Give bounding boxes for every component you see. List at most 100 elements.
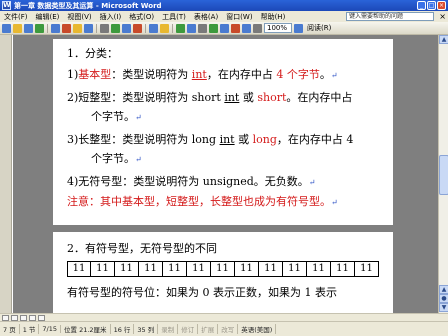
outline-view-icon[interactable] [29,314,36,321]
bit-cell: 11 [91,261,115,277]
item-3-prefix: 3)长整型：类型说明符为 long [67,133,220,146]
tables-borders-icon[interactable] [187,23,196,33]
copy-icon[interactable] [111,23,120,33]
help-icon[interactable] [294,23,303,33]
section-heading-1: 1．分类： [67,47,118,60]
bit-cell: 11 [259,261,283,277]
status-track-changes[interactable]: 修订 [178,324,199,334]
bit-cell: 11 [235,261,259,277]
item-1-keyword: int [191,68,207,81]
new-document-icon[interactable] [2,23,11,33]
vertical-scrollbar[interactable]: ▲ ▲ ● ▼ [438,35,448,313]
status-page: 7 页 [0,324,20,334]
next-page-icon[interactable]: ▼ [439,303,448,312]
previous-page-icon[interactable]: ▲ [439,285,448,294]
status-extend[interactable]: 扩展 [198,324,219,334]
item-3-or: 或 [234,133,253,146]
menu-format[interactable]: 格式(O) [125,12,158,22]
menu-file[interactable]: 文件(F) [0,12,32,22]
title-bar: W 第一章 数据类型及其运算 - Microsoft Word _ □ × [0,0,448,11]
item-2-keyword-1: int [224,91,240,104]
spelling-icon[interactable] [73,23,82,33]
word-app-icon[interactable]: W [2,1,11,10]
permission-icon[interactable] [35,23,44,33]
item-1-text-2: ，在内存中占 [206,68,277,81]
scroll-up-arrow-icon[interactable]: ▲ [439,35,448,44]
bit-cell: 11 [283,261,307,277]
zoom-select[interactable]: 100% [264,23,292,33]
close-button[interactable]: × [437,1,446,10]
item-2-keyword-2: short [257,91,287,104]
menu-tools[interactable]: 工具(T) [158,12,190,22]
print-view-icon[interactable] [20,314,27,321]
bit-cell: 11 [307,261,331,277]
bit-cell: 11 [331,261,355,277]
columns-icon[interactable] [220,23,229,33]
drawing-icon[interactable] [231,23,240,33]
item-3-cont-text: 个字节。 [91,152,135,165]
document-close-icon[interactable]: × [439,12,446,21]
item-3-line: 3)长整型：类型说明符为 long int 或 long，在内存中占 4 [67,131,353,147]
paragraph-mark: ↵ [331,198,338,207]
paragraph-mark: ↵ [308,178,316,187]
paragraph-mark: ↵ [135,155,142,164]
note-line: 注意：其中基本型，短整型，长整型也成为有符号型。↵ [67,193,338,209]
menu-insert[interactable]: 插入(I) [96,12,126,22]
toolbar-separator [145,23,146,33]
item-3-keyword-2: long [252,133,277,146]
status-section: 1 节 [20,324,40,334]
item-3-continuation: 个字节。↵ [91,150,142,166]
help-search-input[interactable]: 键入需要帮助的问题 [346,12,434,21]
item-1-text: ：类型说明符为 [111,68,192,81]
read-mode-button[interactable]: 阅读(R) [305,23,333,33]
save-icon[interactable] [24,23,33,33]
menu-view[interactable]: 视图(V) [63,12,95,22]
document-map-icon[interactable] [242,23,251,33]
status-bar: 7 页 1 节 7/15 位置 21.2厘米 16 行 35 列 录制 修订 扩… [0,321,448,336]
research-icon[interactable] [84,23,93,33]
vertical-ruler [0,35,12,313]
item-2-line: 2)短整型：类型说明符为 short int 或 short。在内存中占 [67,89,352,105]
bit-cell: 11 [115,261,139,277]
insert-excel-icon[interactable] [209,23,218,33]
menu-table[interactable]: 表格(A) [190,12,222,22]
redo-icon[interactable] [160,23,169,33]
maximize-button[interactable]: □ [427,1,436,10]
open-folder-icon[interactable] [13,23,22,33]
item-4-line: 4)无符号型：类型说明符为 unsigned。无负数。↵ [67,173,316,189]
print-icon[interactable] [51,23,60,33]
web-view-icon[interactable] [11,314,18,321]
toolbar-separator [47,23,48,33]
browse-object-icon[interactable]: ● [439,294,448,303]
paste-icon[interactable] [122,23,131,33]
minimize-button[interactable]: _ [417,1,426,10]
section-heading-2: 2．有符号型，无符号型的不同 [67,242,217,255]
scroll-thumb[interactable] [439,155,448,195]
page-1[interactable]: 1．分类： 1)基本型：类型说明符为 int，在内存中占 4 个字节。↵ 2)短… [53,39,393,225]
menu-help[interactable]: 帮助(H) [257,12,290,22]
show-hide-icon[interactable] [253,23,262,33]
horizontal-scroll-row [0,313,448,321]
toolbar-separator [96,23,97,33]
bit-cell: 11 [211,261,235,277]
status-column: 35 列 [134,324,159,334]
item-3-rest: ，在内存中占 4 [276,133,354,146]
status-record[interactable]: 录制 [158,324,179,334]
item-1-end: 。 [319,68,331,81]
normal-view-icon[interactable] [2,314,9,321]
menu-edit[interactable]: 编辑(E) [32,12,64,22]
cut-icon[interactable] [100,23,109,33]
page-2[interactable]: 2．有符号型，无符号型的不同 11 11 11 11 11 11 11 11 1… [53,232,393,313]
status-overtype[interactable]: 改写 [218,324,239,334]
note-text: 注意：其中基本型，短整型，长整型也成为有符号型。 [67,195,331,208]
format-painter-icon[interactable] [133,23,142,33]
item-2-or: 或 [239,91,258,104]
reading-view-icon[interactable] [38,314,45,321]
undo-icon[interactable] [149,23,158,33]
print-preview-icon[interactable] [62,23,71,33]
menu-bar: 文件(F) 编辑(E) 视图(V) 插入(I) 格式(O) 工具(T) 表格(A… [0,11,448,22]
bit-cell: 11 [163,261,187,277]
menu-window[interactable]: 窗口(W) [222,12,256,22]
insert-table-icon[interactable] [198,23,207,33]
hyperlink-icon[interactable] [176,23,185,33]
